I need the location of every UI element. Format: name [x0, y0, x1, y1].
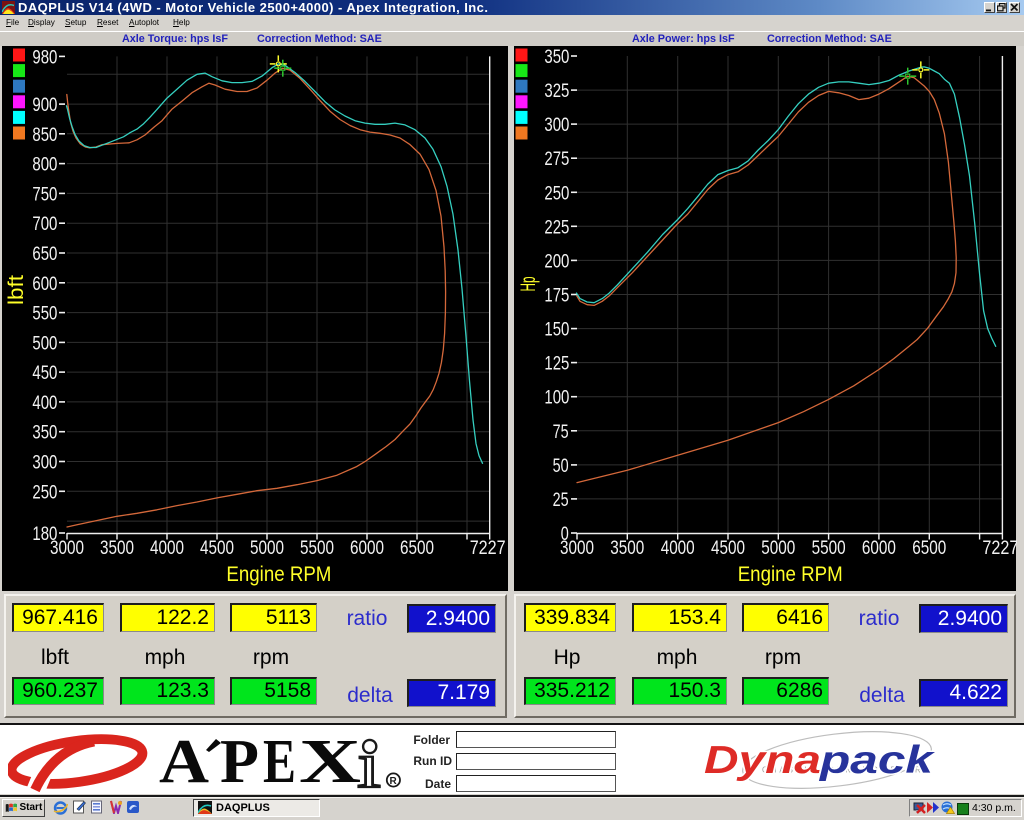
svg-text:250: 250 [544, 182, 569, 204]
svg-text:980: 980 [32, 46, 57, 68]
svg-text:300: 300 [544, 114, 569, 136]
svg-text:50: 50 [552, 455, 568, 477]
svg-text:25: 25 [552, 489, 568, 511]
svg-text:Hp: Hp [517, 277, 540, 292]
svg-text:Engine RPM: Engine RPM [737, 563, 842, 586]
svg-text:800: 800 [32, 154, 57, 176]
svg-text:350: 350 [544, 46, 569, 68]
svg-text:E: E [263, 731, 296, 793]
svg-text:5500: 5500 [811, 537, 845, 559]
svg-text:4000: 4000 [660, 537, 694, 559]
svg-text:550: 550 [32, 303, 57, 325]
svg-text:75: 75 [552, 421, 568, 443]
svg-text:6000: 6000 [861, 537, 895, 559]
svg-text:650: 650 [32, 243, 57, 265]
svg-text:900: 900 [32, 94, 57, 116]
svg-text:450: 450 [32, 362, 57, 384]
svg-text:200: 200 [544, 250, 569, 272]
svg-text:3500: 3500 [610, 537, 644, 559]
svg-text:X: X [299, 731, 361, 793]
svg-text:5500: 5500 [300, 537, 334, 559]
svg-text:4500: 4500 [711, 537, 745, 559]
svg-text:6500: 6500 [400, 537, 434, 559]
svg-text:850: 850 [32, 124, 57, 146]
svg-text:7227: 7227 [470, 537, 506, 559]
svg-text:750: 750 [32, 183, 57, 205]
svg-text:Dyna: Dyna [704, 739, 821, 782]
svg-text:lbft: lbft [5, 275, 28, 305]
svg-text:6000: 6000 [350, 537, 384, 559]
svg-text:A: A [159, 731, 209, 793]
svg-text:700: 700 [32, 213, 57, 235]
svg-text:pack: pack [819, 739, 937, 782]
svg-text:5000: 5000 [250, 537, 284, 559]
svg-text:3500: 3500 [100, 537, 134, 559]
svg-text:Engine RPM: Engine RPM [226, 563, 331, 586]
svg-text:ı: ı [357, 731, 381, 793]
svg-text:R: R [390, 776, 398, 787]
svg-text:300: 300 [32, 452, 57, 474]
svg-text:3000: 3000 [560, 537, 594, 559]
svg-text:500: 500 [32, 332, 57, 354]
svg-text:125: 125 [544, 353, 569, 375]
svg-text:250: 250 [32, 481, 57, 503]
svg-text:175: 175 [544, 285, 569, 307]
svg-text:4500: 4500 [200, 537, 234, 559]
svg-text:7227: 7227 [982, 537, 1017, 559]
svg-text:600: 600 [32, 273, 57, 295]
svg-text:P: P [220, 731, 259, 793]
svg-text:275: 275 [544, 148, 569, 170]
svg-text:3000: 3000 [50, 537, 84, 559]
svg-text:400: 400 [32, 392, 57, 414]
svg-text:100: 100 [544, 387, 569, 409]
svg-text:5000: 5000 [761, 537, 795, 559]
svg-text:4000: 4000 [150, 537, 184, 559]
svg-text:325: 325 [544, 80, 569, 102]
svg-text:6500: 6500 [912, 537, 946, 559]
svg-text:225: 225 [544, 216, 569, 238]
svg-text:150: 150 [544, 319, 569, 341]
svg-text:350: 350 [32, 422, 57, 444]
